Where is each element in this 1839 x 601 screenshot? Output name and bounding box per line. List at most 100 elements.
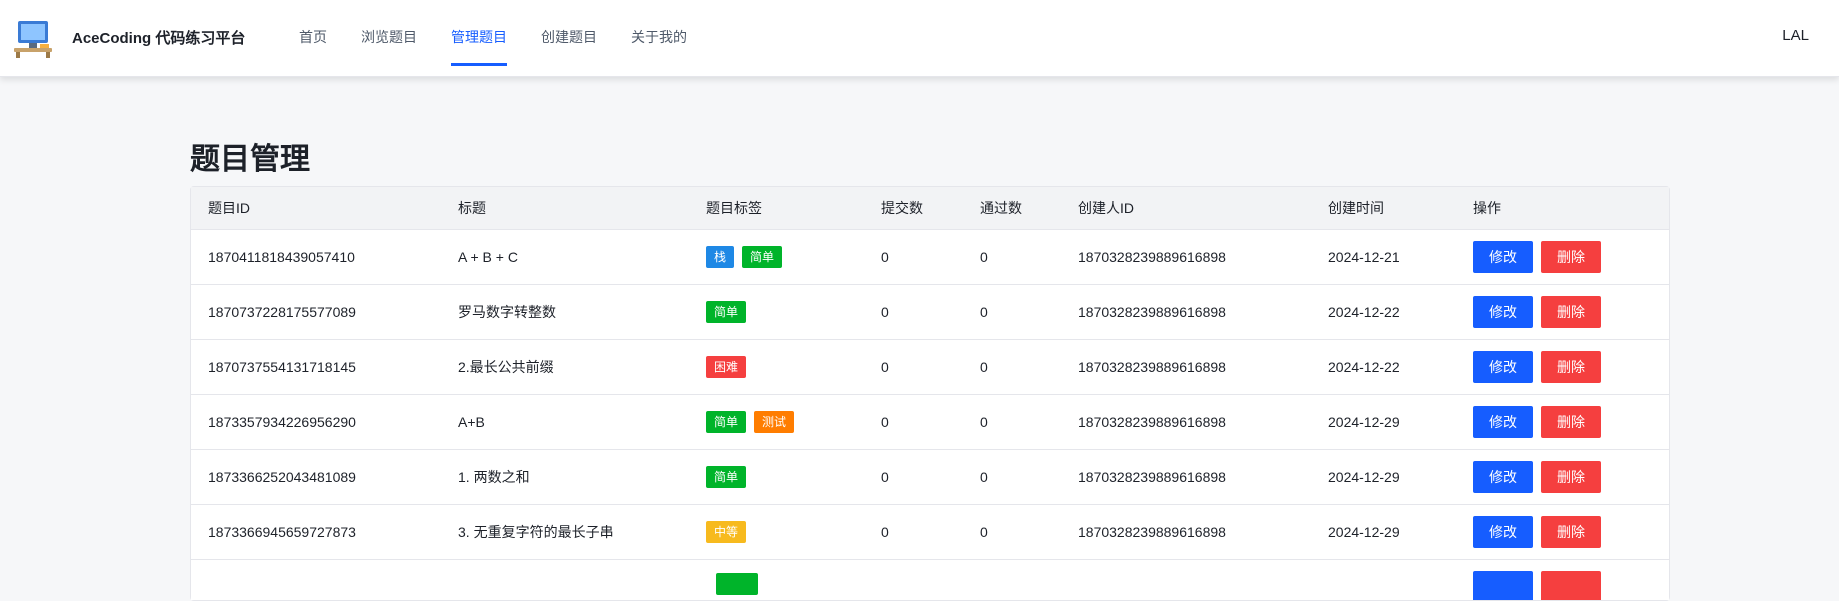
tag-list: 简单	[706, 450, 754, 504]
tag-badge: 困难	[706, 356, 747, 378]
creator-id: 1870328239889616898	[1078, 524, 1226, 540]
table-row: 1870737554131718145 2.最长公共前缀 0 0 18703282398…	[191, 340, 1669, 395]
table-row: 1870411818439057410 A + B + C 0 0 1870328239…	[191, 230, 1669, 285]
problem-id: 1873366252043481089	[208, 469, 356, 485]
computer-desk-icon[interactable]	[12, 17, 54, 59]
tag-badge: 栈	[706, 246, 735, 268]
problem-id: 1870737228175577089	[208, 304, 356, 320]
problem-title: 2.最长公共前缀	[458, 359, 554, 375]
app-name: AceCoding 代码练习平台	[72, 30, 246, 47]
column-header-tags: 题目标签	[706, 200, 762, 216]
problem-id: 1873357934226956290	[208, 414, 356, 430]
submit-count: 0	[881, 414, 889, 430]
problem-id: 1873366945659727873	[208, 524, 356, 540]
edit-button[interactable]: 修改	[1473, 351, 1533, 383]
tag-badge: 测试	[754, 411, 795, 433]
row-actions: 修改 删除	[1473, 505, 1609, 559]
tag-list: 简单 测试	[706, 395, 802, 449]
accepted-count: 0	[980, 304, 988, 320]
row-actions: 修改 删除	[1473, 450, 1609, 504]
column-header-title: 标题	[458, 200, 486, 216]
column-header-id: 题目ID	[208, 200, 250, 216]
tag-badge	[716, 573, 758, 595]
column-header-accepted: 通过数	[980, 200, 1022, 216]
table-header: 题目ID 标题 题目标签 提交数 通过数 创建人ID 创建时间 操作	[191, 187, 1669, 230]
page-title: 题目管理	[190, 143, 310, 176]
problem-title: A+B	[458, 414, 485, 430]
table-row: 1873357934226956290 A+B 0 0 1870328239889616…	[191, 395, 1669, 450]
problem-title: 3. 无重复字符的最长子串	[458, 524, 614, 540]
submit-count: 0	[881, 469, 889, 485]
nav-item-3[interactable]: 创建题目	[524, 0, 614, 76]
edit-button[interactable]: 修改	[1473, 296, 1533, 328]
tag-list: 中等	[706, 505, 754, 559]
table-row: 1870737228175577089 罗马数字转整数 0 0 187032823988…	[191, 285, 1669, 340]
edit-button[interactable]	[1473, 571, 1533, 600]
tag-badge: 简单	[706, 301, 747, 323]
creator-id: 1870328239889616898	[1078, 414, 1226, 430]
created-time: 2024-12-29	[1328, 414, 1400, 430]
row-actions: 修改 删除	[1473, 285, 1609, 339]
tag-badge: 简单	[706, 411, 747, 433]
edit-button[interactable]: 修改	[1473, 516, 1533, 548]
creator-id: 1870328239889616898	[1078, 359, 1226, 375]
row-actions: 修改 删除	[1473, 340, 1609, 394]
accepted-count: 0	[980, 469, 988, 485]
column-header-actions: 操作	[1473, 200, 1501, 216]
delete-button[interactable]: 删除	[1541, 461, 1601, 493]
nav-item-1[interactable]: 浏览题目	[344, 0, 434, 76]
problem-title: 罗马数字转整数	[458, 304, 556, 320]
problem-table: 题目ID 标题 题目标签 提交数 通过数 创建人ID 创建时间 操作 18704…	[190, 186, 1670, 601]
delete-button[interactable]: 删除	[1541, 406, 1601, 438]
created-time: 2024-12-21	[1328, 249, 1400, 265]
tag-badge: 简单	[706, 466, 747, 488]
delete-button[interactable]: 删除	[1541, 296, 1601, 328]
created-time: 2024-12-22	[1328, 304, 1400, 320]
row-actions: 修改 删除	[1473, 395, 1609, 449]
submit-count: 0	[881, 304, 889, 320]
row-actions: 修改 删除	[1473, 230, 1609, 284]
created-time: 2024-12-29	[1328, 469, 1400, 485]
tag-badge: 简单	[742, 246, 783, 268]
table-row: 1873366252043481089 1. 两数之和 0 0 187032823988…	[191, 450, 1669, 505]
table-row: 1873366945659727873 3. 无重复字符的最长子串 0 0 187032…	[191, 505, 1669, 560]
problem-id: 1870737554131718145	[208, 359, 356, 375]
nav-item-0[interactable]: 首页	[282, 0, 344, 76]
accepted-count: 0	[980, 414, 988, 430]
edit-button[interactable]: 修改	[1473, 406, 1533, 438]
created-time: 2024-12-29	[1328, 524, 1400, 540]
column-header-created: 创建时间	[1328, 200, 1384, 216]
delete-button[interactable]: 删除	[1541, 351, 1601, 383]
nav-item-2[interactable]: 管理题目	[434, 0, 524, 76]
delete-button[interactable]: 删除	[1541, 516, 1601, 548]
accepted-count: 0	[980, 249, 988, 265]
delete-button[interactable]: 删除	[1541, 241, 1601, 273]
submit-count: 0	[881, 249, 889, 265]
tag-list: 简单	[706, 285, 754, 339]
edit-button[interactable]: 修改	[1473, 461, 1533, 493]
submit-count: 0	[881, 359, 889, 375]
main-nav: 首页 浏览题目 管理题目 创建题目 关于我的	[282, 0, 704, 76]
table-row-partial	[191, 560, 1669, 600]
submit-count: 0	[881, 524, 889, 540]
problem-title: A + B + C	[458, 249, 518, 265]
top-navigation-bar: AceCoding 代码练习平台 首页 浏览题目 管理题目 创建题目 关于我的 LAL	[0, 0, 1839, 77]
user-name[interactable]: LAL	[1782, 27, 1809, 44]
edit-button[interactable]: 修改	[1473, 241, 1533, 273]
table-body: 1870411818439057410 A + B + C 0 0 1870328239…	[191, 230, 1669, 600]
created-time: 2024-12-22	[1328, 359, 1400, 375]
accepted-count: 0	[980, 359, 988, 375]
nav-item-4[interactable]: 关于我的	[614, 0, 704, 76]
column-header-submit: 提交数	[881, 200, 923, 216]
tag-badge: 中等	[706, 521, 747, 543]
tag-list: 困难	[706, 340, 754, 394]
delete-button[interactable]	[1541, 571, 1601, 600]
creator-id: 1870328239889616898	[1078, 249, 1226, 265]
problem-title: 1. 两数之和	[458, 469, 530, 485]
accepted-count: 0	[980, 524, 988, 540]
tag-list: 栈简单	[706, 230, 790, 284]
column-header-creator: 创建人ID	[1078, 200, 1134, 216]
creator-id: 1870328239889616898	[1078, 304, 1226, 320]
problem-id: 1870411818439057410	[208, 249, 355, 265]
creator-id: 1870328239889616898	[1078, 469, 1226, 485]
